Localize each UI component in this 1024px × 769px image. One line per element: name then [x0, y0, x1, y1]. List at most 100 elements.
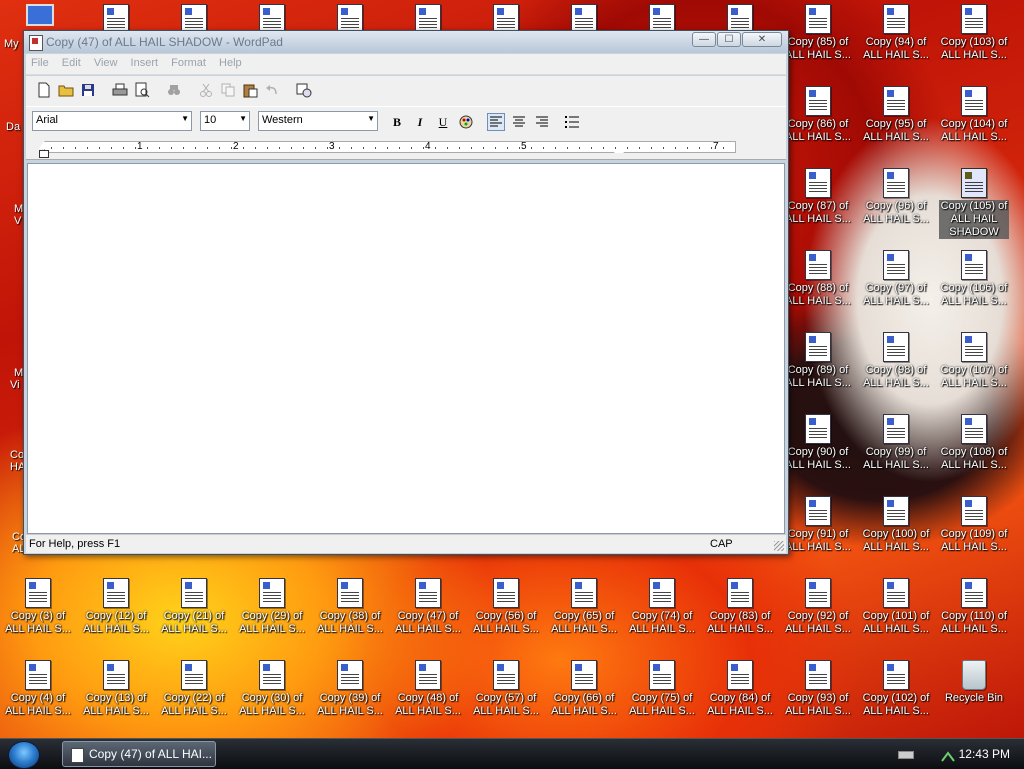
- desktop-file-icon[interactable]: Copy (110) of ALL HAIL S...: [939, 578, 1009, 636]
- font-name-dropdown[interactable]: Arial ▼: [32, 111, 192, 131]
- print-icon[interactable]: [112, 82, 128, 98]
- desktop-file-icon[interactable]: Copy (102) of ALL HAIL S...: [861, 660, 931, 718]
- paste-clipboard-icon[interactable]: [242, 82, 258, 98]
- desktop-file-icon[interactable]: Copy (89) of ALL HAIL S...: [783, 332, 853, 390]
- menu-insert[interactable]: Insert: [126, 54, 164, 69]
- desktop-file-icon[interactable]: Copy (108) of ALL HAIL S...: [939, 414, 1009, 472]
- desktop-file-icon[interactable]: Copy (91) of ALL HAIL S...: [783, 496, 853, 554]
- desktop-file-icon[interactable]: Copy (38) of ALL HAIL S...: [315, 578, 385, 636]
- open-folder-icon[interactable]: [58, 82, 74, 98]
- cut-scissors-icon[interactable]: [198, 82, 214, 98]
- wordpad-window[interactable]: Copy (47) of ALL HAIL SHADOW - WordPad —…: [23, 30, 789, 555]
- desktop-file-icon[interactable]: Copy (99) of ALL HAIL S...: [861, 414, 931, 472]
- start-button-windows-icon[interactable]: [8, 741, 40, 769]
- computer-icon[interactable]: [26, 4, 54, 26]
- document-text-area[interactable]: [27, 163, 785, 534]
- align-center-icon[interactable]: [510, 113, 528, 131]
- menu-format[interactable]: Format: [166, 54, 211, 69]
- italic-button[interactable]: I: [411, 113, 429, 131]
- desktop-file-icon[interactable]: Copy (90) of ALL HAIL S...: [783, 414, 853, 472]
- underline-button[interactable]: U: [434, 113, 452, 131]
- desktop-file-icon[interactable]: Copy (56) of ALL HAIL S...: [471, 578, 541, 636]
- recycle-bin-desktop-icon[interactable]: Recycle Bin: [939, 660, 1009, 705]
- undo-icon[interactable]: [264, 82, 280, 98]
- bullets-icon[interactable]: [563, 113, 581, 131]
- desktop-file-icon[interactable]: Copy (29) of ALL HAIL S...: [237, 578, 307, 636]
- desktop-file-icon[interactable]: Copy (21) of ALL HAIL S...: [159, 578, 229, 636]
- desktop-file-icon[interactable]: Copy (92) of ALL HAIL S...: [783, 578, 853, 636]
- save-disk-icon[interactable]: [80, 82, 96, 98]
- right-indent-marker-icon[interactable]: [614, 145, 624, 153]
- desktop-file-icon[interactable]: Copy (48) of ALL HAIL S...: [393, 660, 463, 718]
- wordpad-app-icon[interactable]: [29, 35, 43, 51]
- desktop-file-icon[interactable]: Copy (30) of ALL HAIL S...: [237, 660, 307, 718]
- left-indent-box-icon[interactable]: [39, 150, 49, 158]
- desktop-file-icon[interactable]: Copy (95) of ALL HAIL S...: [861, 86, 931, 144]
- left-indent-marker-icon[interactable]: [39, 141, 49, 149]
- icon-label-line2: ALL HAIL S...: [785, 623, 851, 635]
- align-right-icon[interactable]: [533, 113, 551, 131]
- menu-file[interactable]: File: [26, 54, 54, 69]
- menu-view[interactable]: View: [89, 54, 123, 69]
- desktop-file-icon[interactable]: Copy (47) of ALL HAIL S...: [393, 578, 463, 636]
- resize-grip-icon[interactable]: [774, 541, 784, 551]
- desktop-file-icon[interactable]: Copy (109) of ALL HAIL S...: [939, 496, 1009, 554]
- desktop-file-icon[interactable]: Copy (12) of ALL HAIL S...: [81, 578, 151, 636]
- desktop-file-icon[interactable]: Copy (3) of ALL HAIL S...: [3, 578, 73, 636]
- title-bar[interactable]: Copy (47) of ALL HAIL SHADOW - WordPad —…: [24, 31, 788, 53]
- minimize-button[interactable]: —: [692, 32, 716, 47]
- desktop-file-icon[interactable]: Copy (85) of ALL HAIL S...: [783, 4, 853, 62]
- desktop-file-icon-selected[interactable]: Copy (105) of ALL HAIL SHADOW: [939, 168, 1009, 239]
- desktop-file-icon[interactable]: Copy (87) of ALL HAIL S...: [783, 168, 853, 226]
- new-document-icon[interactable]: [36, 82, 52, 98]
- desktop-file-icon[interactable]: Copy (100) of ALL HAIL S...: [861, 496, 931, 554]
- icon-label-line2: ALL HAIL S...: [5, 623, 71, 635]
- menu-help[interactable]: Help: [214, 54, 247, 69]
- desktop-file-icon[interactable]: Copy (97) of ALL HAIL S...: [861, 250, 931, 308]
- find-binoculars-icon[interactable]: [166, 82, 182, 98]
- bold-button[interactable]: B: [388, 113, 406, 131]
- script-dropdown[interactable]: Western ▼: [258, 111, 378, 131]
- desktop-file-icon[interactable]: Copy (13) of ALL HAIL S...: [81, 660, 151, 718]
- ruler[interactable]: 1 2 3 4 5 7: [26, 137, 786, 160]
- desktop-file-icon[interactable]: Copy (84) of ALL HAIL S...: [705, 660, 775, 718]
- icon-label-line2: ALL HAIL S...: [863, 705, 929, 717]
- keyboard-tray-icon[interactable]: [898, 751, 914, 759]
- icon-label-line1: Copy (83) of: [709, 610, 771, 622]
- desktop-file-icon[interactable]: Copy (74) of ALL HAIL S...: [627, 578, 697, 636]
- desktop-file-icon[interactable]: Copy (75) of ALL HAIL S...: [627, 660, 697, 718]
- desktop-file-icon[interactable]: Copy (4) of ALL HAIL S...: [3, 660, 73, 718]
- desktop-file-icon[interactable]: Copy (103) of ALL HAIL S...: [939, 4, 1009, 62]
- color-palette-icon[interactable]: [457, 113, 475, 131]
- ruler-tick: [699, 147, 700, 149]
- desktop-file-icon[interactable]: Copy (57) of ALL HAIL S...: [471, 660, 541, 718]
- desktop-file-icon[interactable]: Copy (66) of ALL HAIL S...: [549, 660, 619, 718]
- desktop-file-icon[interactable]: Copy (107) of ALL HAIL S...: [939, 332, 1009, 390]
- insert-date-time-icon[interactable]: [296, 82, 312, 98]
- maximize-button[interactable]: ☐: [717, 32, 741, 47]
- clock[interactable]: 12:43 PM: [959, 747, 1010, 761]
- taskbar-wordpad-button[interactable]: Copy (47) of ALL HAI...: [62, 741, 216, 767]
- desktop-file-icon[interactable]: Copy (104) of ALL HAIL S...: [939, 86, 1009, 144]
- desktop-file-icon[interactable]: Copy (101) of ALL HAIL S...: [861, 578, 931, 636]
- menu-edit[interactable]: Edit: [57, 54, 86, 69]
- print-preview-icon[interactable]: [134, 82, 150, 98]
- desktop-file-icon[interactable]: Copy (22) of ALL HAIL S...: [159, 660, 229, 718]
- desktop-file-icon[interactable]: Copy (98) of ALL HAIL S...: [861, 332, 931, 390]
- font-size-dropdown[interactable]: 10 ▼: [200, 111, 250, 131]
- desktop-file-icon[interactable]: Copy (106) of ALL HAIL S...: [939, 250, 1009, 308]
- icon-label-line2: ALL HAIL S...: [785, 705, 851, 717]
- desktop-file-icon[interactable]: Copy (83) of ALL HAIL S...: [705, 578, 775, 636]
- desktop-file-icon[interactable]: Copy (65) of ALL HAIL S...: [549, 578, 619, 636]
- desktop-file-icon[interactable]: Copy (39) of ALL HAIL S...: [315, 660, 385, 718]
- close-button[interactable]: ✕: [742, 32, 782, 47]
- desktop-file-icon[interactable]: Copy (96) of ALL HAIL S...: [861, 168, 931, 226]
- desktop-file-icon[interactable]: Copy (86) of ALL HAIL S...: [783, 86, 853, 144]
- copy-icon[interactable]: [220, 82, 236, 98]
- icon-label-line2: ALL HAIL S...: [317, 705, 383, 717]
- network-tray-icon[interactable]: [940, 749, 955, 762]
- desktop-file-icon[interactable]: Copy (93) of ALL HAIL S...: [783, 660, 853, 718]
- desktop-file-icon[interactable]: Copy (94) of ALL HAIL S...: [861, 4, 931, 62]
- desktop-file-icon[interactable]: Copy (88) of ALL HAIL S...: [783, 250, 853, 308]
- align-left-icon[interactable]: [487, 113, 505, 131]
